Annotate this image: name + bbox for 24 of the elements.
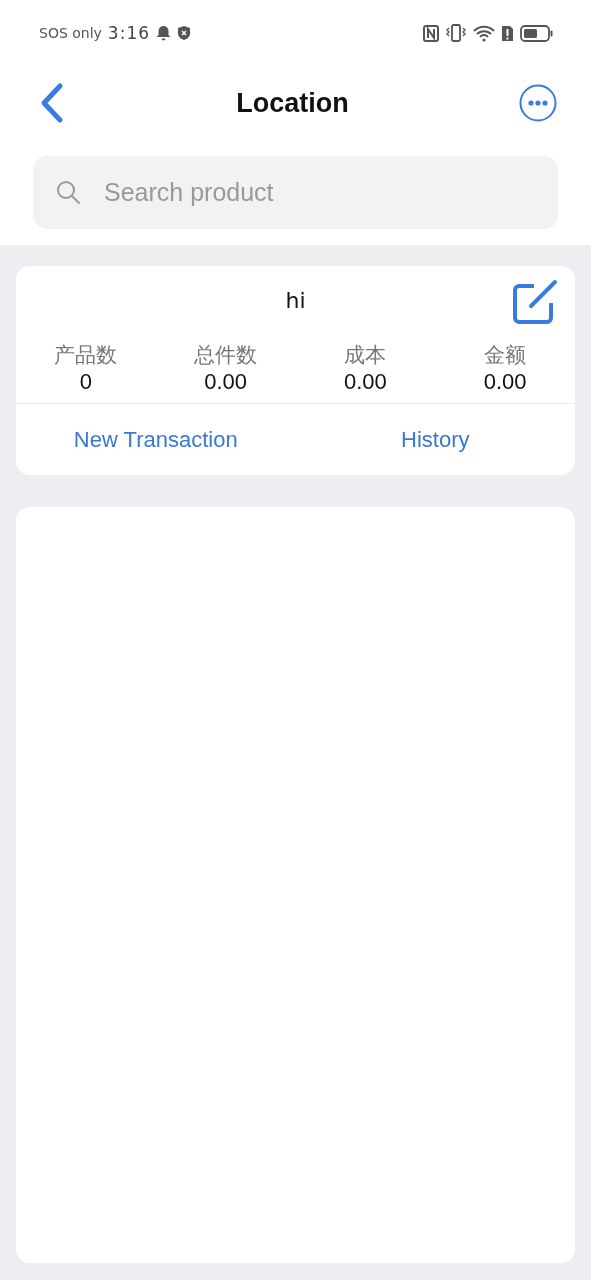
search-icon <box>55 179 81 205</box>
stat-label: 金额 <box>484 342 527 369</box>
carrier-text: SOS only <box>39 25 102 41</box>
new-transaction-link[interactable]: New Transaction <box>16 418 296 461</box>
page-title: Location <box>236 87 349 119</box>
nfc-icon <box>423 24 439 42</box>
sim-alert-icon <box>501 24 514 42</box>
stat-value: 0.00 <box>343 369 387 395</box>
history-link[interactable]: History <box>295 418 575 461</box>
stat-label: 成本 <box>344 342 387 369</box>
search-field[interactable]: Search product <box>33 156 558 229</box>
stat-value: 0 <box>79 369 92 395</box>
location-name: hi <box>285 288 306 315</box>
battery-icon <box>520 24 553 42</box>
shield-icon <box>177 25 192 41</box>
stat-value: 0.00 <box>204 369 248 395</box>
vibrate-icon <box>445 24 467 42</box>
stat-label: 产品数 <box>54 342 118 369</box>
clock-time: 3:16 <box>107 23 151 43</box>
wifi-icon <box>473 24 495 42</box>
stat-label: 总件数 <box>194 342 258 369</box>
bell-icon <box>156 25 172 41</box>
more-button[interactable] <box>519 84 557 122</box>
stat-value: 0.00 <box>483 369 527 395</box>
